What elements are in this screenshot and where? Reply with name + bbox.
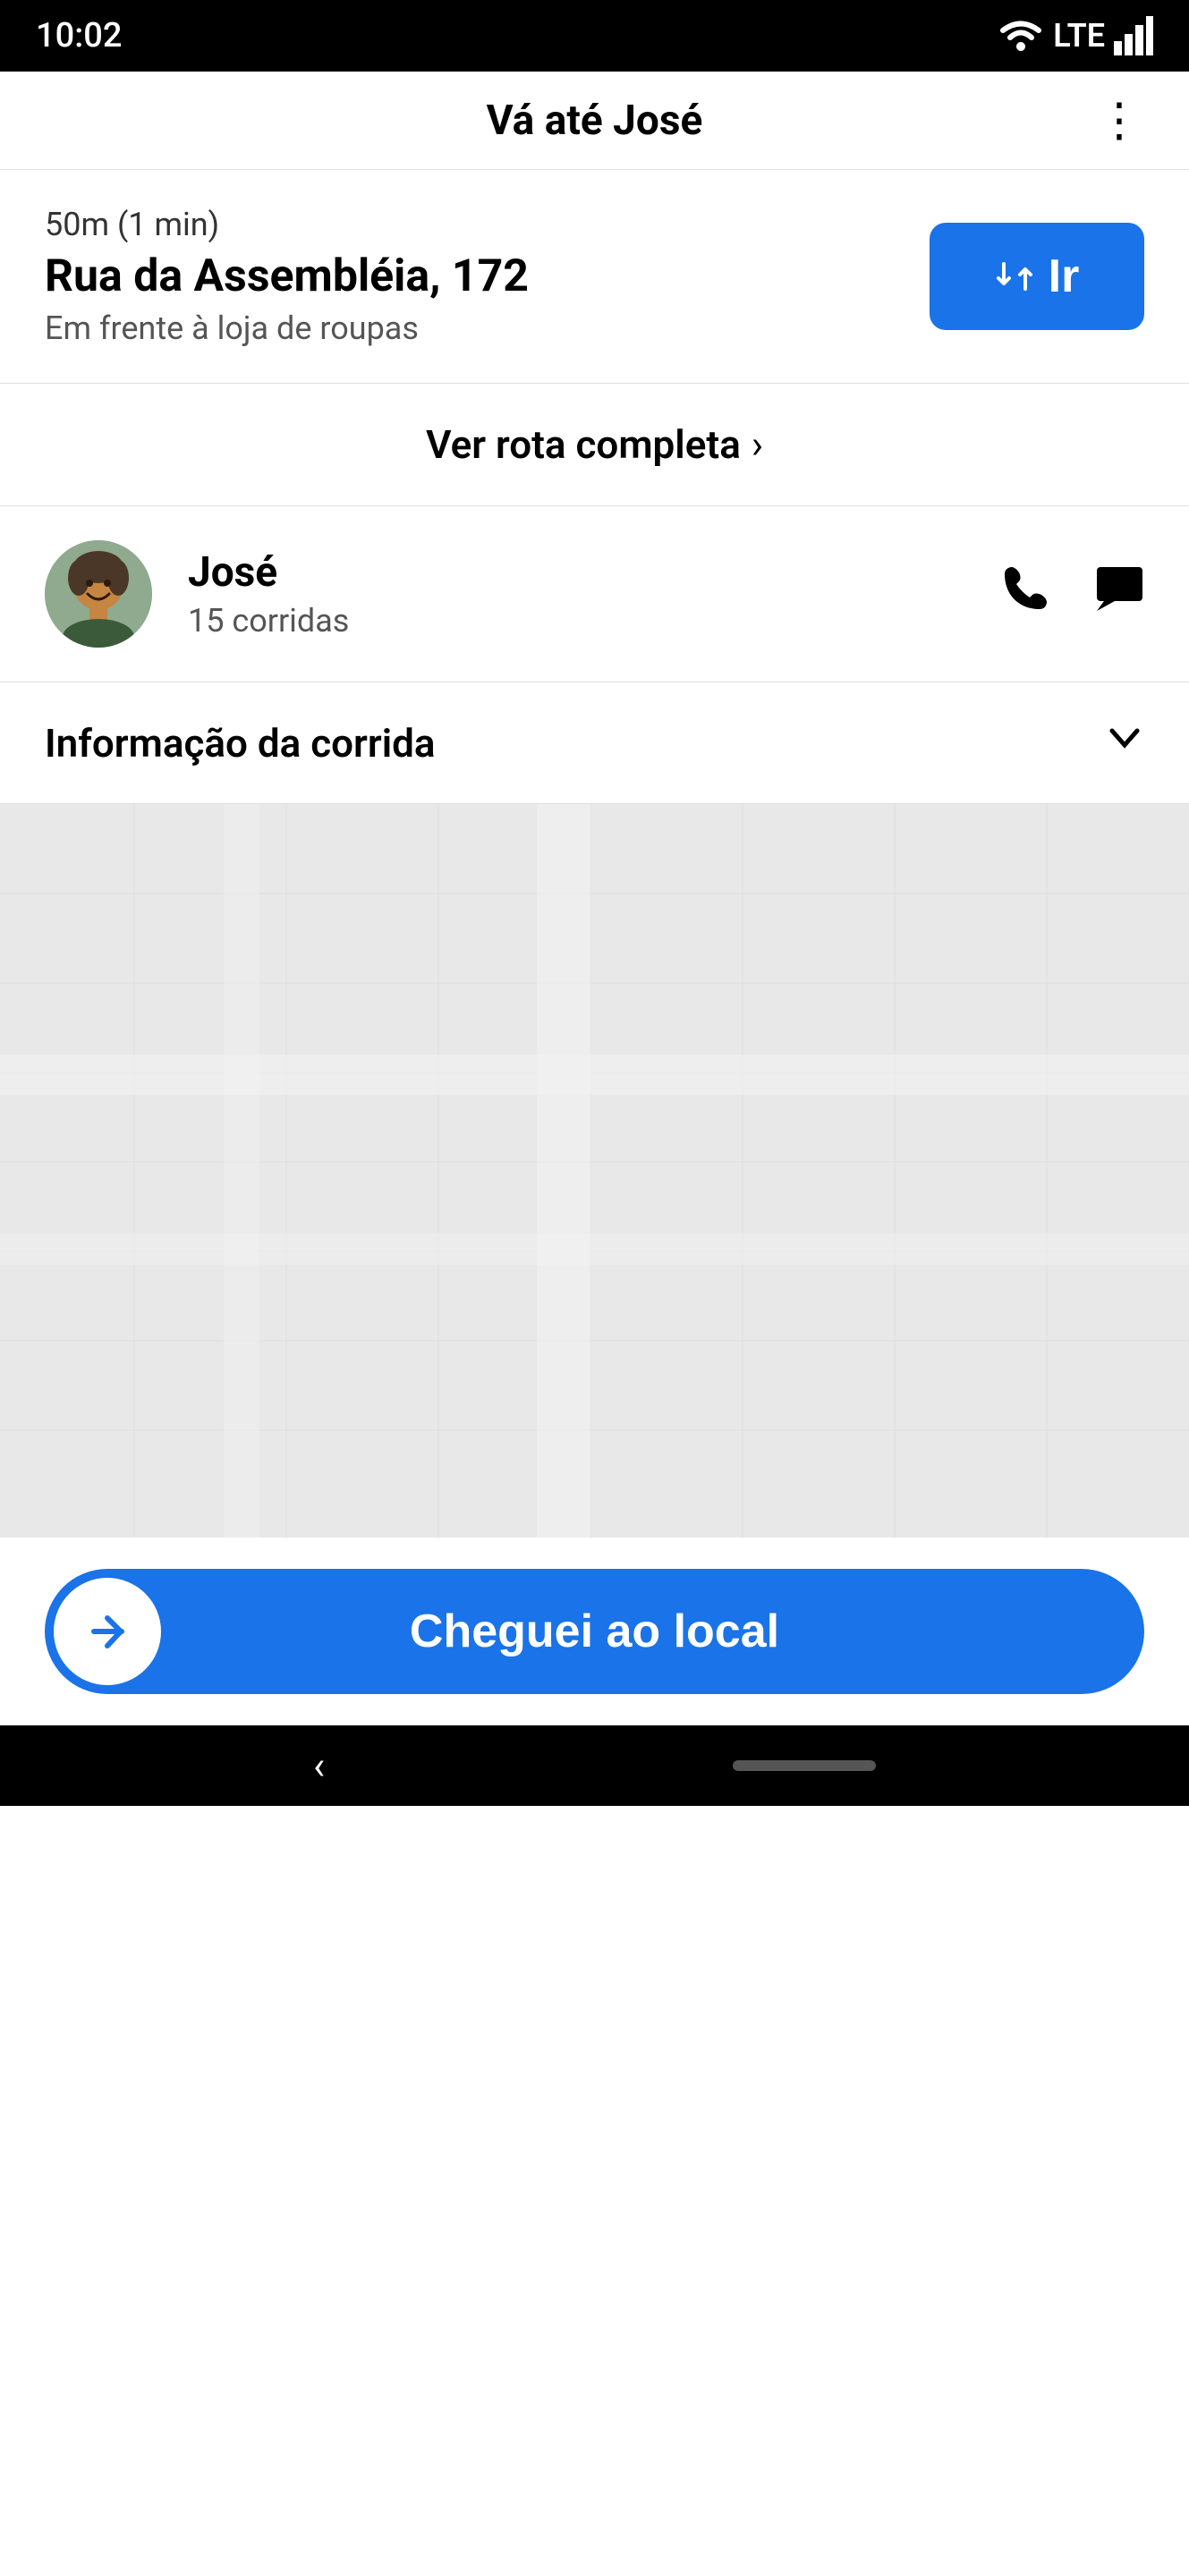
arrived-button-handle — [54, 1578, 161, 1685]
route-address: Rua da Assembléia, 172 — [45, 250, 930, 302]
info-section[interactable]: Informação da corrida — [0, 682, 1189, 804]
status-time: 10:02 — [36, 16, 122, 55]
route-landmark: Em frente à loja de roupas — [45, 309, 930, 347]
signal-icon — [1114, 16, 1153, 55]
status-icons: LTE — [998, 16, 1153, 55]
arrived-button[interactable]: Cheguei ao local — [45, 1569, 1144, 1694]
route-swap-icon — [995, 257, 1034, 296]
navigation-bar: ‹ — [0, 1725, 1189, 1806]
route-section: 50m (1 min) Rua da Assembléia, 172 Em fr… — [0, 170, 1189, 384]
wifi-icon — [998, 16, 1044, 55]
message-button[interactable] — [1095, 564, 1144, 624]
status-bar: 10:02 LTE — [0, 0, 1189, 72]
map-area — [0, 804, 1189, 1538]
driver-info: José 15 corridas — [188, 548, 965, 640]
home-indicator[interactable] — [733, 1760, 876, 1771]
driver-rides: 15 corridas — [188, 602, 965, 640]
back-button[interactable]: ‹ — [313, 1742, 325, 1789]
route-info: 50m (1 min) Rua da Assembléia, 172 Em fr… — [45, 206, 930, 347]
view-route-label: Ver rota completa — [426, 421, 741, 468]
go-button-label: Ir — [1049, 250, 1080, 303]
driver-actions — [1001, 564, 1144, 624]
driver-section: José 15 corridas — [0, 506, 1189, 682]
page-title: Vá até José — [487, 97, 703, 145]
info-title: Informação da corrida — [45, 720, 436, 767]
view-route-arrow-icon: › — [752, 421, 763, 468]
call-button[interactable] — [1001, 564, 1050, 624]
more-options-button[interactable]: ⋮ — [1096, 97, 1144, 144]
view-route-section[interactable]: Ver rota completa › — [0, 384, 1189, 506]
driver-avatar — [45, 540, 152, 648]
driver-name: José — [188, 548, 965, 597]
app-header: Vá até José ⋮ — [0, 72, 1189, 170]
lte-label: LTE — [1053, 17, 1105, 55]
bottom-cta: Cheguei ao local — [0, 1538, 1189, 1725]
arrived-button-label: Cheguei ao local — [45, 1605, 1144, 1658]
chevron-down-icon — [1105, 718, 1144, 767]
go-button[interactable]: Ir — [930, 223, 1144, 330]
route-distance: 50m (1 min) — [45, 206, 930, 243]
